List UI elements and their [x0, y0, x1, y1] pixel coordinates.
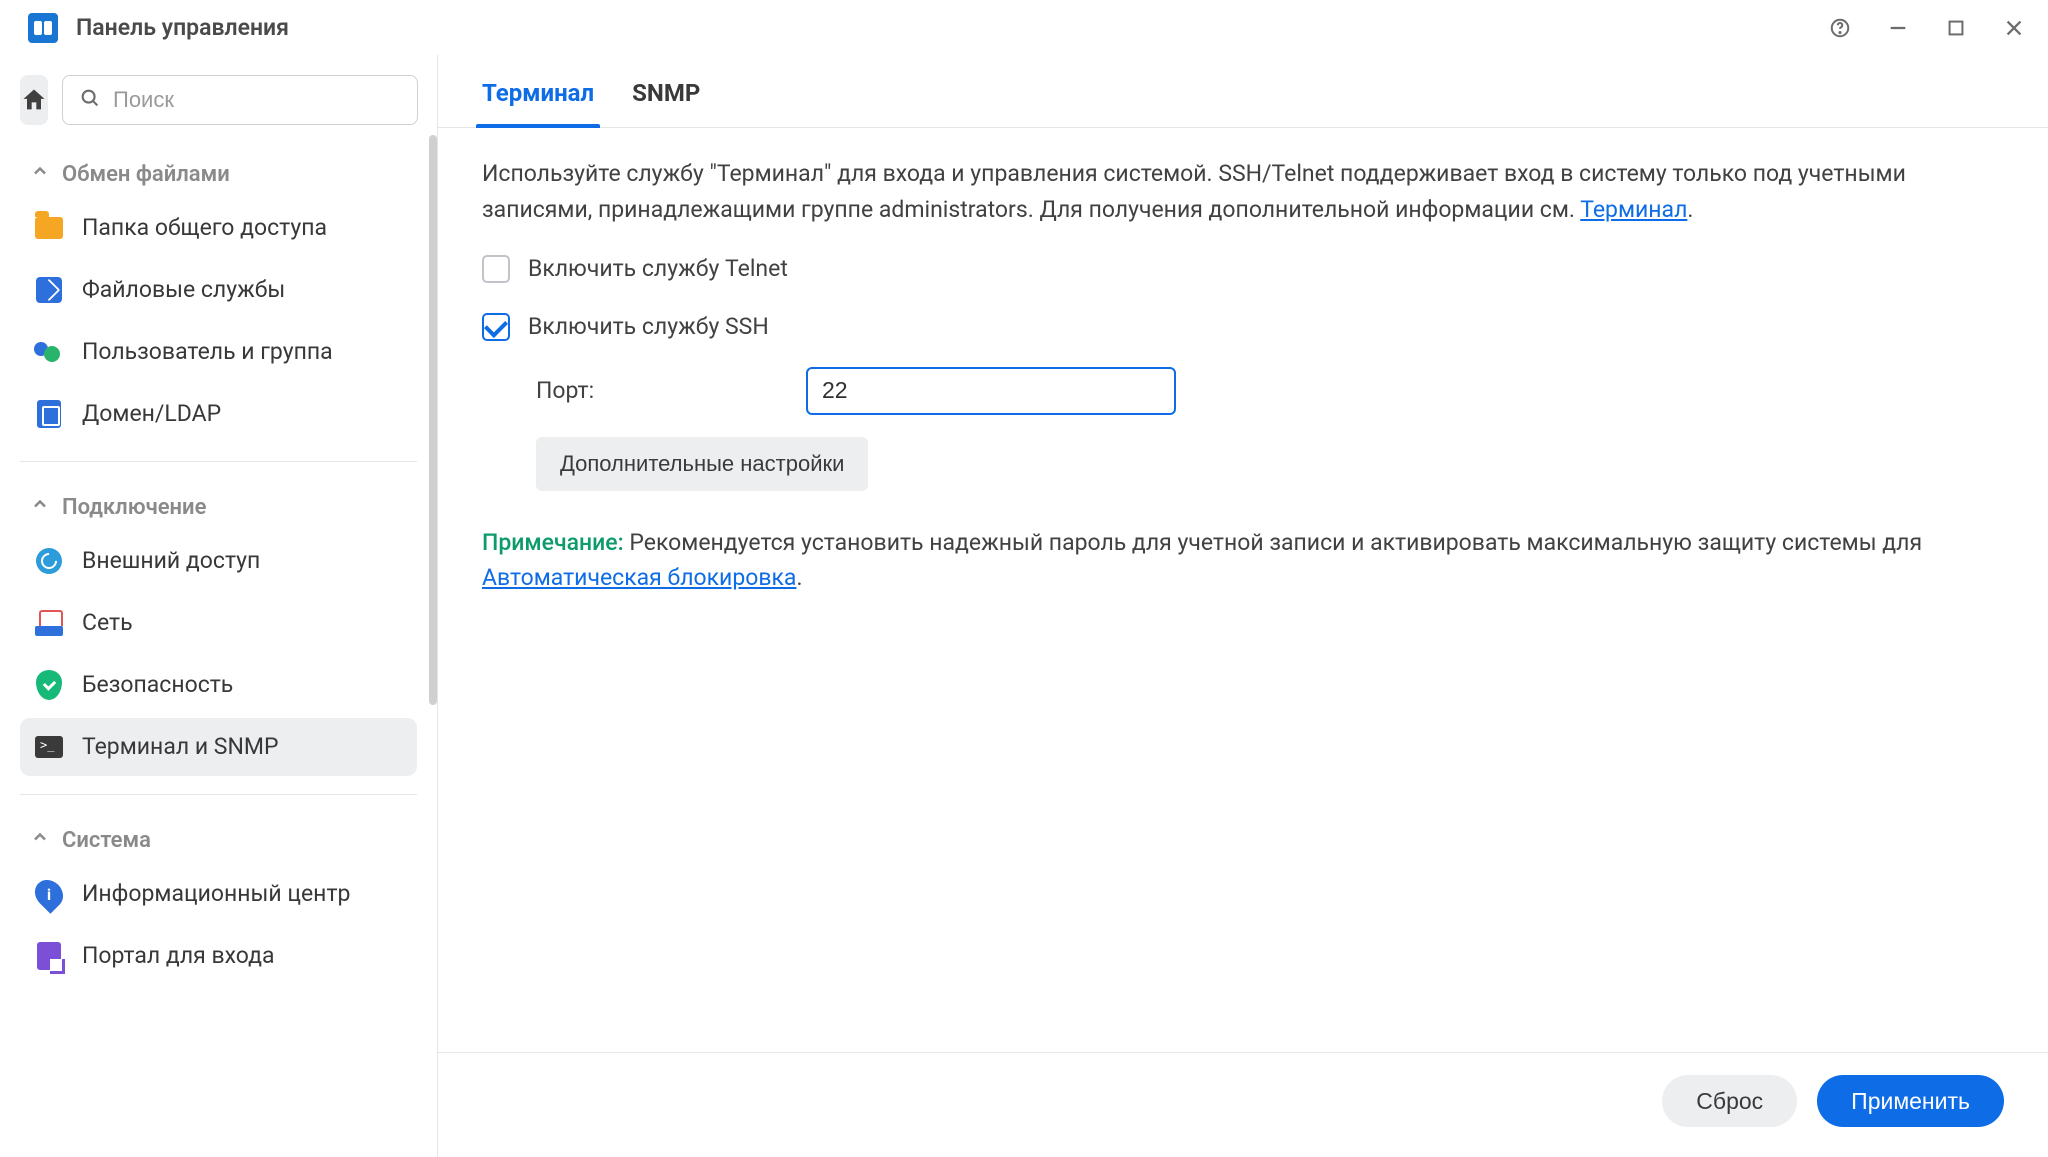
search-box[interactable] — [62, 75, 418, 125]
app-icon — [28, 13, 58, 43]
enable-telnet-row: Включить службу Telnet — [482, 251, 2004, 287]
users-icon — [34, 337, 64, 367]
folder-icon — [34, 213, 64, 243]
port-input[interactable] — [806, 367, 1176, 415]
note-text: Примечание: Рекомендуется установить над… — [482, 525, 2004, 596]
terminal-icon — [34, 732, 64, 762]
enable-telnet-checkbox[interactable] — [482, 255, 510, 283]
sidebar-section-label: Обмен файлами — [62, 162, 230, 187]
enable-ssh-label: Включить службу SSH — [528, 309, 769, 345]
sidebar-item-label: Пользователь и группа — [82, 338, 333, 367]
sidebar-item-label: Информационный центр — [82, 880, 350, 909]
terminal-help-link[interactable]: Терминал — [1580, 196, 1687, 223]
description-suffix: . — [1687, 196, 1693, 223]
sidebar-item-domain-ldap[interactable]: Домен/LDAP — [20, 385, 417, 443]
titlebar: Панель управления — [0, 0, 2048, 55]
sidebar-item-terminal-snmp[interactable]: Терминал и SNMP — [20, 718, 417, 776]
sidebar-scrollbar[interactable] — [429, 135, 437, 705]
divider — [20, 794, 417, 795]
shield-icon — [34, 670, 64, 700]
sidebar-item-label: Папка общего доступа — [82, 214, 327, 243]
sidebar-item-network[interactable]: Сеть — [20, 594, 417, 652]
sidebar-item-label: Домен/LDAP — [82, 400, 221, 429]
sidebar-item-label: Безопасность — [82, 671, 233, 700]
help-button[interactable] — [1826, 14, 1854, 42]
chevron-up-icon — [30, 161, 50, 187]
sidebar-item-user-group[interactable]: Пользователь и группа — [20, 323, 417, 381]
description-text: Используйте службу "Терминал" для входа … — [482, 156, 2004, 227]
apply-button[interactable]: Применить — [1817, 1075, 2004, 1127]
main-panel: Терминал SNMP Используйте службу "Термин… — [438, 55, 2048, 1157]
window-title: Панель управления — [76, 14, 1826, 41]
chevron-up-icon — [30, 827, 50, 853]
sidebar-section-label: Система — [62, 828, 151, 853]
advanced-settings-button[interactable]: Дополнительные настройки — [536, 437, 868, 491]
sidebar-item-label: Портал для входа — [82, 942, 274, 971]
external-access-icon — [34, 546, 64, 576]
enable-telnet-label: Включить службу Telnet — [528, 251, 788, 287]
note-prefix: Рекомендуется установить надежный пароль… — [624, 529, 1922, 556]
network-icon — [34, 608, 64, 638]
reset-button[interactable]: Сброс — [1662, 1075, 1797, 1127]
search-icon — [79, 87, 101, 113]
note-label: Примечание: — [482, 529, 624, 556]
portal-icon — [34, 941, 64, 971]
note-suffix: . — [796, 564, 802, 591]
enable-ssh-checkbox[interactable] — [482, 313, 510, 341]
footer: Сброс Применить — [438, 1052, 2048, 1157]
sidebar-section-label: Подключение — [62, 495, 206, 520]
sidebar: Обмен файлами Папка общего доступа Файло… — [0, 55, 438, 1157]
tab-terminal[interactable]: Терминал — [482, 79, 594, 127]
tab-bar: Терминал SNMP — [438, 55, 2048, 128]
auto-block-link[interactable]: Автоматическая блокировка — [482, 564, 796, 591]
sidebar-item-label: Файловые службы — [82, 276, 285, 305]
port-label: Порт: — [536, 373, 776, 409]
ssh-port-row: Порт: — [536, 367, 2004, 415]
sidebar-item-label: Внешний доступ — [82, 547, 260, 576]
maximize-button[interactable] — [1942, 14, 1970, 42]
sidebar-item-label: Терминал и SNMP — [82, 733, 278, 762]
enable-ssh-row: Включить службу SSH — [482, 309, 2004, 345]
sidebar-item-security[interactable]: Безопасность — [20, 656, 417, 714]
close-button[interactable] — [2000, 14, 2028, 42]
domain-icon — [34, 399, 64, 429]
sidebar-section-connectivity[interactable]: Подключение — [20, 476, 417, 532]
tab-snmp[interactable]: SNMP — [632, 79, 700, 127]
sidebar-item-info-center[interactable]: Информационный центр — [20, 865, 417, 923]
tab-content: Используйте службу "Терминал" для входа … — [438, 128, 2048, 1052]
info-icon — [34, 879, 64, 909]
search-input[interactable] — [113, 87, 401, 113]
sidebar-item-external-access[interactable]: Внешний доступ — [20, 532, 417, 590]
sidebar-section-system[interactable]: Система — [20, 809, 417, 865]
divider — [20, 461, 417, 462]
minimize-button[interactable] — [1884, 14, 1912, 42]
sidebar-item-login-portal[interactable]: Портал для входа — [20, 927, 417, 985]
file-services-icon — [34, 275, 64, 305]
sidebar-item-shared-folder[interactable]: Папка общего доступа — [20, 199, 417, 257]
sidebar-item-file-services[interactable]: Файловые службы — [20, 261, 417, 319]
sidebar-item-label: Сеть — [82, 609, 133, 638]
sidebar-section-file-sharing[interactable]: Обмен файлами — [20, 143, 417, 199]
home-button[interactable] — [20, 75, 48, 125]
chevron-up-icon — [30, 494, 50, 520]
